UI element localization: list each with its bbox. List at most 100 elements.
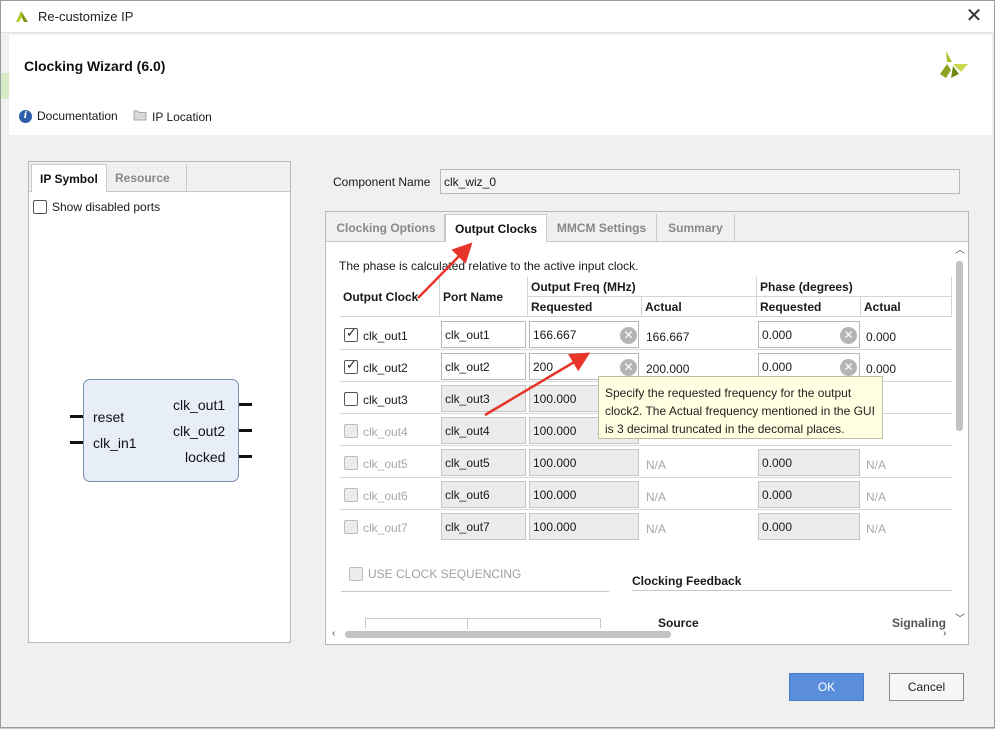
clk-out6-label: clk_out6 [363,489,408,503]
tab-output-clocks[interactable]: Output Clocks [445,214,547,242]
ip-symbol-block: reset clk_in1 clk_out1 clk_out2 locked [83,379,239,482]
port-clk-out2: clk_out2 [173,423,226,439]
clk-out2-port-field[interactable]: clk_out2 [441,353,526,380]
use-clock-sequencing-toggle[interactable]: USE CLOCK SEQUENCING [349,567,521,581]
clk-out7-phase-requested-field[interactable]: 0.000 [758,513,860,540]
col-phase: Phase (degrees) [757,277,952,297]
scroll-left-icon[interactable]: ‹ [332,629,335,639]
clk-out6-checkbox[interactable] [344,488,358,502]
left-tabbar: IP Symbol Resource [29,162,290,192]
clk-out6-port-field[interactable]: clk_out6 [441,481,526,508]
row-divider [340,445,952,446]
horizontal-scrollbar[interactable]: ‹ › [331,627,953,641]
row-divider [340,349,952,350]
clk-out6-freq-actual: N/A [646,490,667,504]
ip-location-label: IP Location [152,109,212,124]
port-clk-out1: clk_out1 [173,397,226,413]
clk-out5-checkbox[interactable] [344,456,358,470]
clk-out4-port-field[interactable]: clk_out4 [441,417,526,444]
clk-out3-checkbox[interactable] [344,392,358,406]
pin-reset [70,415,84,418]
show-disabled-ports-toggle[interactable]: Show disabled ports [33,200,160,214]
clk-out5-freq-requested-field[interactable]: 100.000 [529,449,639,476]
clk-out1-port-field[interactable]: clk_out1 [441,321,526,348]
clk-out6-phase-requested-field[interactable]: 0.000 [758,481,860,508]
scroll-up-icon[interactable]: ︿ [955,246,965,256]
xilinx-brand-icon [937,48,971,85]
show-disabled-ports-checkbox[interactable] [33,200,47,214]
scroll-right-icon[interactable]: › [943,629,946,639]
col-freq-requested: Requested [528,297,642,317]
show-disabled-ports-label: Show disabled ports [52,200,161,214]
col-phase-actual: Actual [861,297,952,317]
tab-mmcm-settings[interactable]: MMCM Settings [547,214,657,242]
folder-icon [133,109,147,124]
scroll-down-icon[interactable]: ﹀ [955,615,965,625]
pin-clk-out2 [238,429,252,432]
clk-out6-freq-requested-field[interactable]: 100.000 [529,481,639,508]
window-title: Re-customize IP [38,9,134,24]
port-locked: locked [185,449,226,465]
clocking-feedback-title: Clocking Feedback [632,574,742,588]
port-reset: reset [93,409,125,425]
config-tabbar: Clocking Options Output Clocks MMCM Sett… [326,212,968,242]
documentation-label: Documentation [37,109,118,123]
clk-out2-label: clk_out2 [363,361,408,375]
dialog-window: Re-customize IP ✕ Clocking Wizard (6.0) … [0,0,995,728]
col-phase-requested: Requested [757,297,861,317]
clk-out5-port-field[interactable]: clk_out5 [441,449,526,476]
clk-out6-phase-actual: N/A [866,490,887,504]
close-icon[interactable]: ✕ [963,5,985,27]
clk-out7-port-field[interactable]: clk_out7 [441,513,526,540]
vertical-scroll-thumb[interactable] [956,261,963,431]
xilinx-logo-icon [15,9,29,26]
vertical-scrollbar[interactable]: ︿ ﹀ [954,245,966,631]
tab-summary[interactable]: Summary [657,214,735,242]
pin-clk-out1 [238,403,252,406]
title-bar: Re-customize IP ✕ [1,1,994,33]
frequency-tooltip: Specify the requested frequency for the … [598,376,883,439]
clk-out1-checkbox[interactable] [344,326,358,342]
horizontal-scroll-thumb[interactable] [345,631,671,638]
component-name-label: Component Name [333,175,431,189]
wizard-title: Clocking Wizard (6.0) [24,58,166,74]
documentation-link[interactable]: i Documentation [19,109,118,123]
clear-icon[interactable]: ✕ [840,359,857,376]
ip-symbol-panel: IP Symbol Resource Show disabled ports r… [28,161,291,643]
clk-out1-freq-actual: 166.667 [646,330,690,344]
col-output-freq: Output Freq (MHz) [528,277,757,297]
clk-out5-freq-actual: N/A [646,458,667,472]
clk-out2-phase-actual: 0.000 [866,362,897,376]
clk-out7-freq-requested-field[interactable]: 100.000 [529,513,639,540]
clear-icon[interactable]: ✕ [620,359,637,376]
pin-locked [238,455,252,458]
row-divider [340,509,952,510]
clk-out4-label: clk_out4 [363,425,408,439]
port-clk-in1: clk_in1 [93,435,137,451]
component-name-field[interactable]: clk_wiz_0 [440,169,960,194]
clk-out7-checkbox[interactable] [344,520,358,534]
divider [632,590,952,591]
use-clock-sequencing-checkbox[interactable] [349,567,363,581]
ip-location-link[interactable]: IP Location [133,109,212,124]
clear-icon[interactable]: ✕ [840,327,857,344]
clk-out2-checkbox[interactable] [344,358,358,374]
col-output-clock: Output Clock [340,277,440,317]
ok-button[interactable]: OK [789,673,864,701]
tab-clocking-options[interactable]: Clocking Options [328,214,445,242]
divider [341,591,609,592]
tab-resource[interactable]: Resource [107,164,187,192]
col-port-name: Port Name [440,277,528,317]
clk-out4-checkbox[interactable] [344,424,358,438]
tab-ip-symbol[interactable]: IP Symbol [31,164,107,192]
clear-icon[interactable]: ✕ [620,327,637,344]
use-clock-sequencing-label: USE CLOCK SEQUENCING [368,567,522,581]
clk-out7-label: clk_out7 [363,521,408,535]
clk-out1-phase-actual: 0.000 [866,330,897,344]
clk-out5-phase-requested-field[interactable]: 0.000 [758,449,860,476]
cancel-button[interactable]: Cancel [889,673,964,701]
info-icon: i [19,109,32,123]
clk-out5-label: clk_out5 [363,457,408,471]
background-strip [1,73,9,99]
clk-out3-port-field[interactable]: clk_out3 [441,385,526,412]
